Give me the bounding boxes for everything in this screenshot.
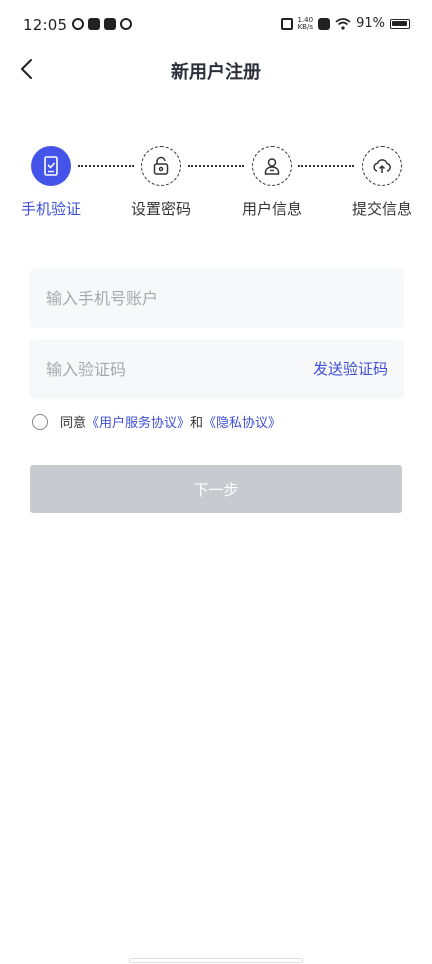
net-speed: 1.40 KB/s	[297, 16, 314, 31]
next-step-button[interactable]: 下一步	[30, 465, 402, 513]
page-title: 新用户注册	[171, 62, 261, 83]
notification-icons	[72, 18, 132, 30]
step-circle	[362, 146, 402, 186]
sim-icon	[318, 17, 331, 30]
agree-checkbox[interactable]	[32, 413, 48, 430]
agreement-row: 同意 《用户服务协议》 和 《隐私协议》	[32, 412, 281, 431]
home-indicator	[129, 958, 303, 963]
phone-check-icon	[44, 156, 58, 176]
step-circle	[31, 146, 71, 186]
step-label: 提交信息	[351, 200, 412, 218]
privacy-agreement-link[interactable]: 《隐私协议》	[203, 412, 281, 431]
lock-icon	[153, 156, 169, 175]
cloud-upload-icon	[373, 159, 391, 173]
step-user-info: 用户信息	[222, 146, 322, 219]
phone-field	[29, 268, 404, 328]
agree-and: 和	[190, 416, 204, 431]
user-icon	[264, 158, 280, 175]
status-time: 12:05	[23, 16, 68, 34]
step-circle	[252, 146, 292, 186]
battery-percent: 91%	[356, 16, 385, 31]
notification-icon	[88, 18, 100, 30]
battery-icon	[390, 18, 410, 29]
header: 新用户注册	[0, 50, 432, 92]
step-set-password: 设置密码	[111, 146, 211, 219]
wifi-icon	[335, 17, 351, 30]
step-submit-info: 提交信息	[332, 146, 432, 219]
step-label: 用户信息	[241, 200, 302, 218]
vibrate-icon	[280, 17, 293, 30]
verification-code-input[interactable]	[29, 339, 289, 399]
wechat-icon	[120, 18, 132, 30]
user-agreement-link[interactable]: 《用户服务协议》	[86, 412, 190, 431]
step-phone-verify: 手机验证	[1, 146, 101, 219]
step-label: 手机验证	[20, 200, 81, 218]
net-speed-unit: KB/s	[297, 22, 313, 31]
notification-icon	[72, 18, 84, 30]
status-right: 1.40 KB/s 91%	[280, 16, 410, 31]
step-label: 设置密码	[130, 200, 191, 218]
agree-prefix: 同意	[60, 416, 87, 431]
verification-code-field: 发送验证码	[29, 339, 404, 399]
step-circle	[141, 146, 181, 186]
phone-input[interactable]	[29, 268, 404, 328]
status-bar: 12:05 1.40 KB/s 91%	[0, 0, 432, 50]
registration-stepper: 手机验证 设置密码 用户信息 提交信息	[0, 146, 432, 226]
send-code-button[interactable]: 发送验证码	[313, 358, 388, 379]
notification-icon	[104, 18, 116, 30]
